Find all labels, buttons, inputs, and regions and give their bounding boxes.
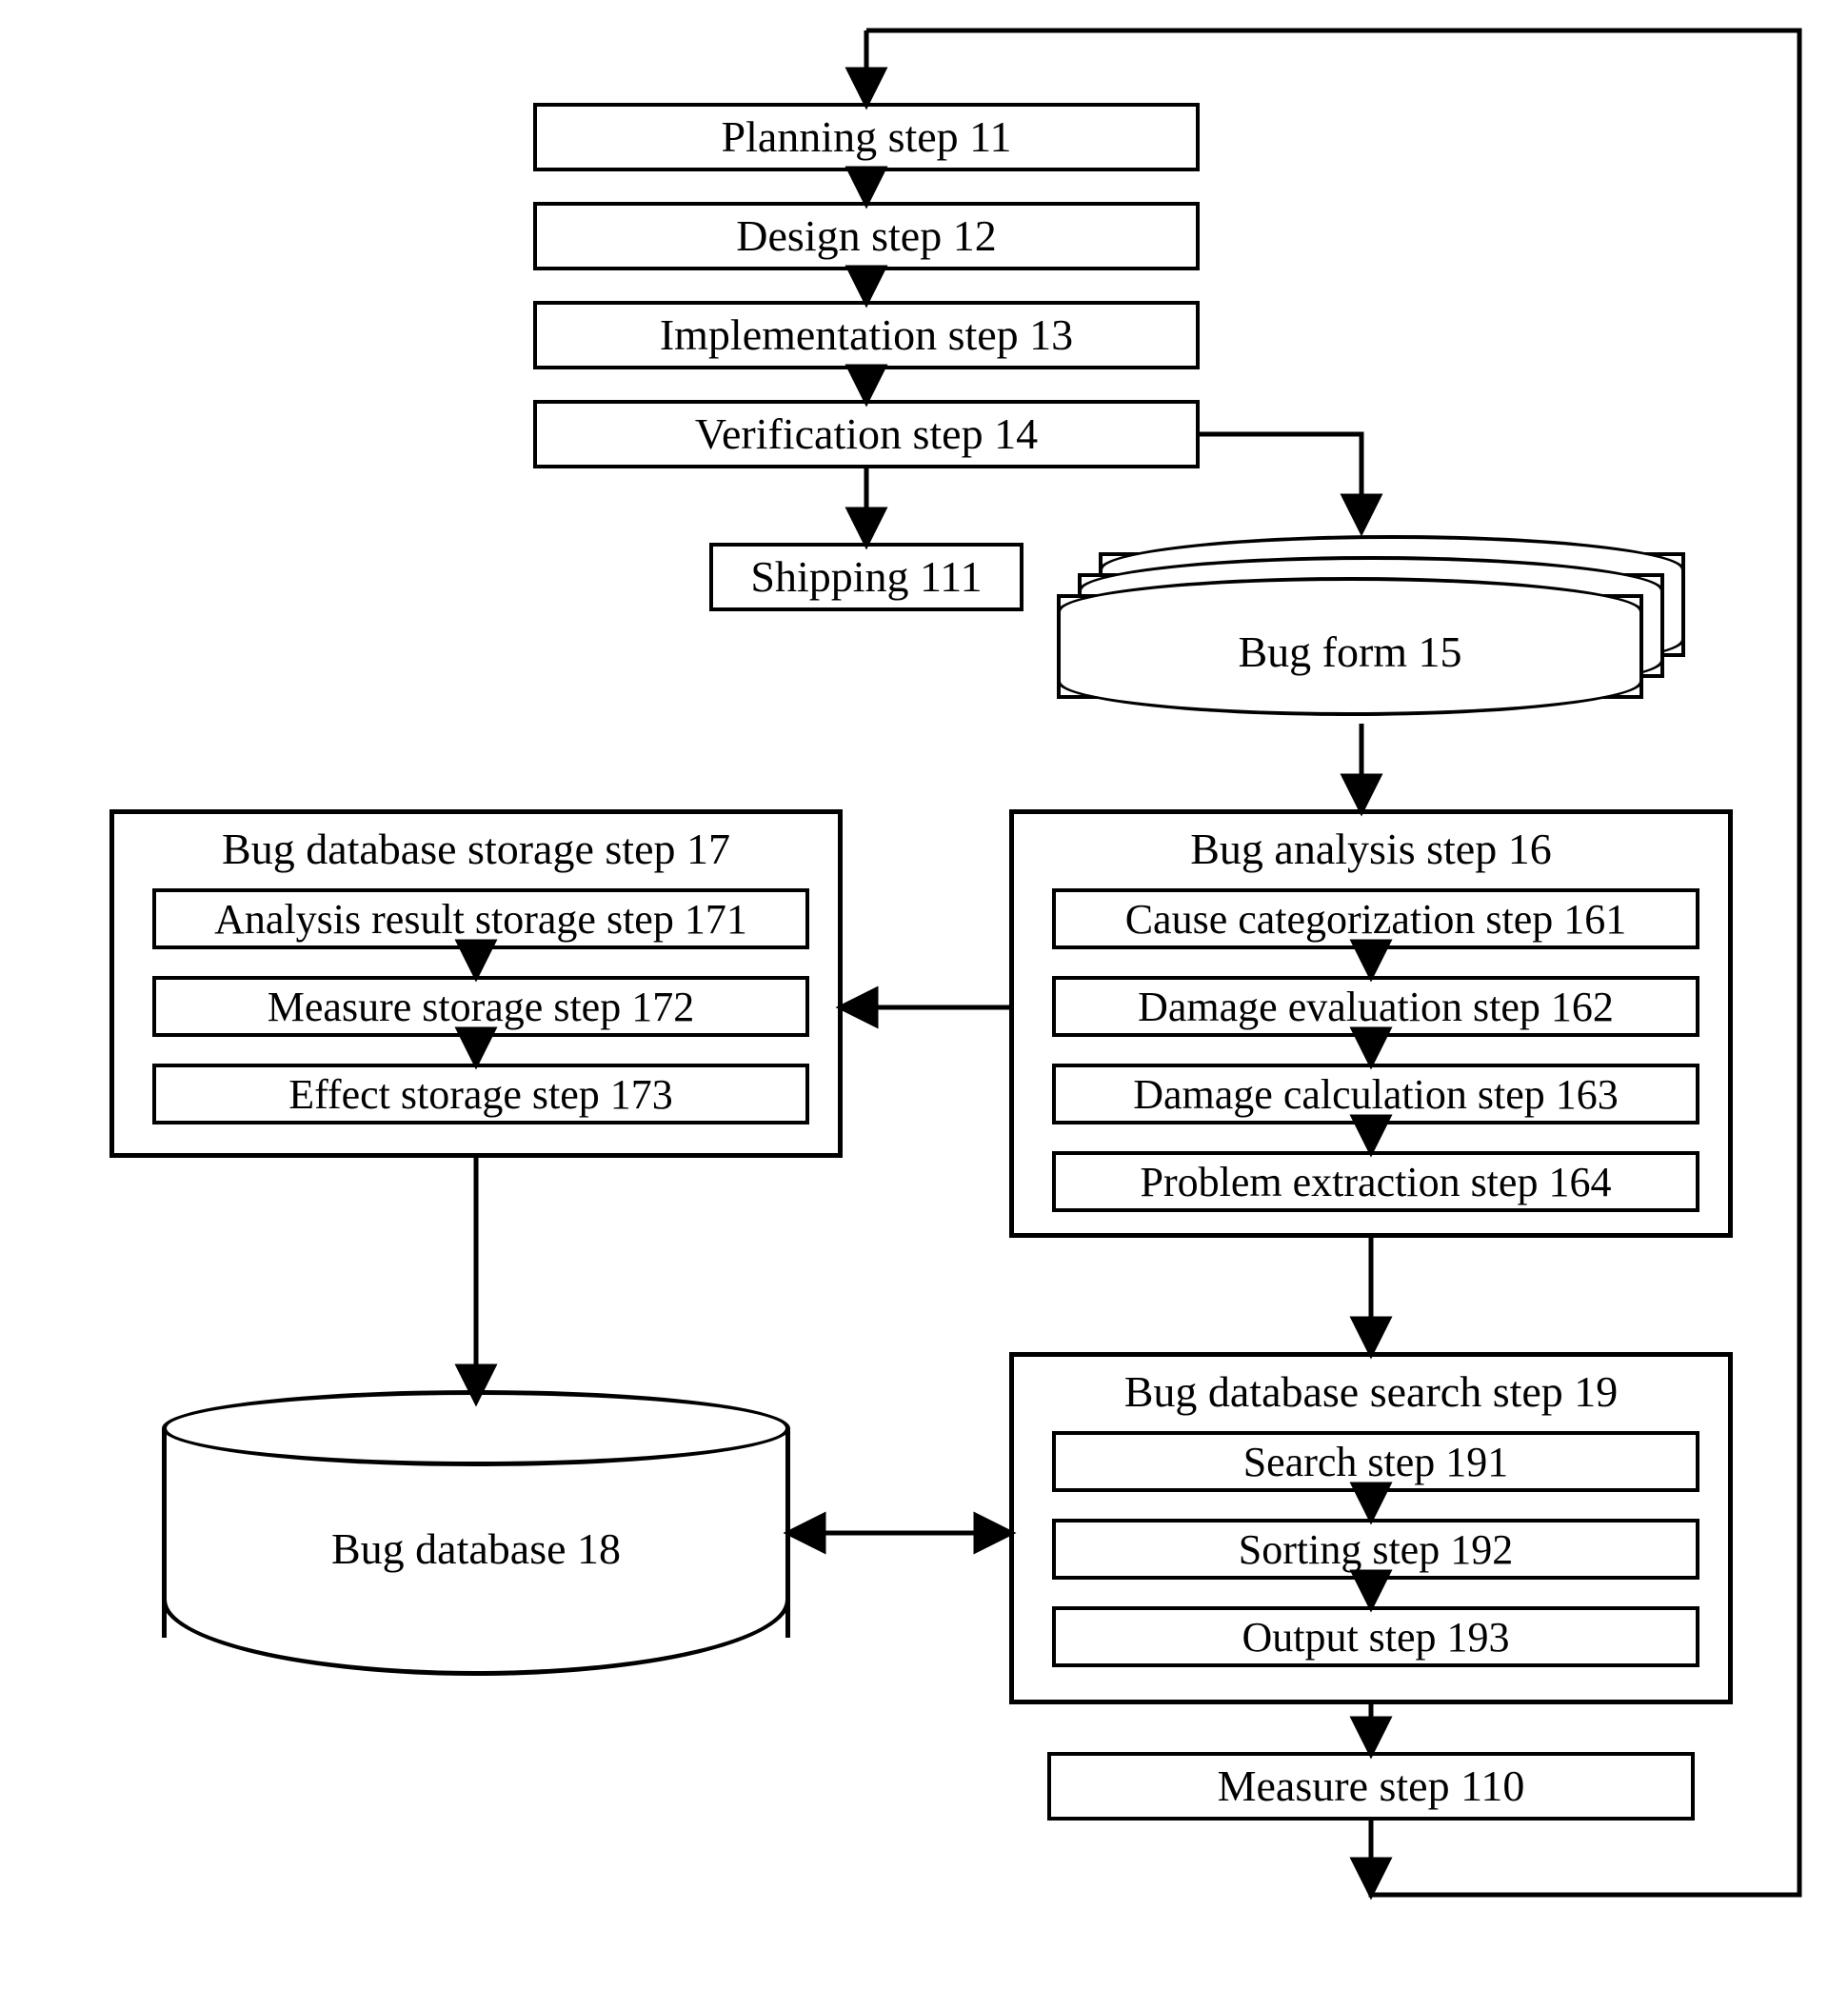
bug-analysis-item-0: Cause categorization step 161 [1052,888,1699,949]
bug-form-stack: Bug form 15 [1057,552,1685,705]
bug-storage-title: Bug database storage step 17 [114,824,838,874]
verification-label: Verification step 14 [695,410,1038,459]
bug-search-item-2-label: Output step 193 [1242,1613,1509,1662]
bug-search-item-0: Search step 191 [1052,1431,1699,1492]
bug-search-group: Bug database search step 19 Search step … [1009,1352,1733,1704]
shipping-label: Shipping 111 [750,553,982,602]
bug-search-item-2: Output step 193 [1052,1606,1699,1667]
bug-storage-item-2: Effect storage step 173 [152,1064,809,1124]
bug-search-title: Bug database search step 19 [1014,1366,1728,1417]
bug-analysis-item-1-label: Damage evaluation step 162 [1138,983,1614,1031]
bug-analysis-item-0-label: Cause categorization step 161 [1125,895,1627,944]
bug-analysis-item-3: Problem extraction step 164 [1052,1151,1699,1212]
bug-storage-item-0-label: Analysis result storage step 171 [214,895,747,944]
bug-analysis-item-2-label: Damage calculation step 163 [1133,1070,1618,1119]
bug-search-item-0-label: Search step 191 [1243,1438,1509,1486]
bug-analysis-item-3-label: Problem extraction step 164 [1141,1158,1612,1206]
bug-database: Bug database 18 [162,1390,790,1676]
bug-storage-item-1-label: Measure storage step 172 [268,983,694,1031]
shipping-step: Shipping 111 [709,543,1023,611]
bug-analysis-group: Bug analysis step 16 Cause categorizatio… [1009,809,1733,1238]
bug-storage-group: Bug database storage step 17 Analysis re… [109,809,843,1158]
measure-label: Measure step 110 [1218,1762,1525,1811]
implementation-label: Implementation step 13 [660,311,1073,360]
bug-analysis-item-2: Damage calculation step 163 [1052,1064,1699,1124]
bug-search-item-1: Sorting step 192 [1052,1519,1699,1580]
bug-analysis-title: Bug analysis step 16 [1014,824,1728,874]
bug-form-label: Bug form 15 [1061,627,1639,677]
planning-step: Planning step 11 [533,103,1200,171]
bug-analysis-item-1: Damage evaluation step 162 [1052,976,1699,1037]
bug-form-doc: Bug form 15 [1057,594,1643,699]
design-label: Design step 12 [736,212,996,261]
implementation-step: Implementation step 13 [533,301,1200,369]
bug-database-label: Bug database 18 [162,1523,790,1574]
measure-step: Measure step 110 [1047,1752,1695,1821]
verification-step: Verification step 14 [533,400,1200,468]
design-step: Design step 12 [533,202,1200,270]
bug-search-item-1-label: Sorting step 192 [1239,1525,1513,1574]
bug-storage-item-1: Measure storage step 172 [152,976,809,1037]
bug-storage-item-2-label: Effect storage step 173 [288,1070,673,1119]
bug-storage-item-0: Analysis result storage step 171 [152,888,809,949]
planning-label: Planning step 11 [722,113,1012,162]
